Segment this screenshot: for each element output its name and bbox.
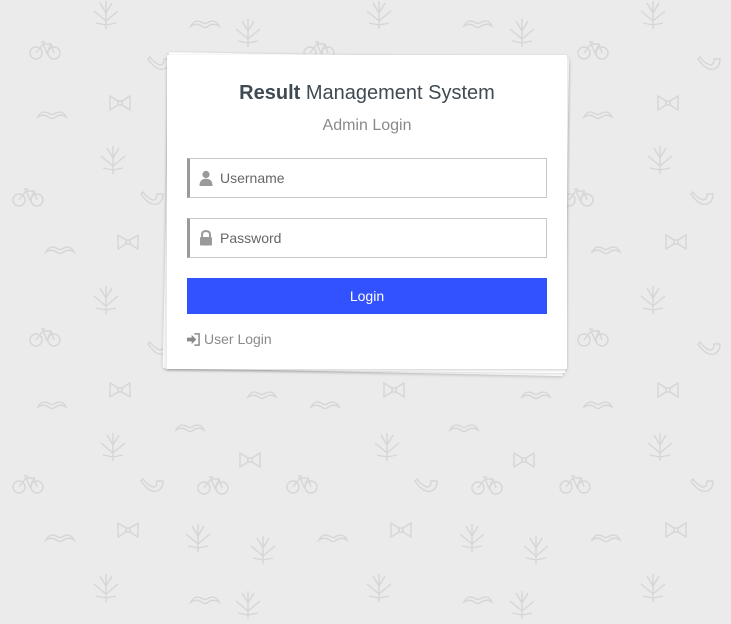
username-input[interactable]: [220, 159, 540, 197]
login-card: Result Management System Admin Login Log…: [167, 55, 567, 369]
sign-in-icon: [187, 332, 200, 346]
login-button[interactable]: Login: [187, 278, 547, 314]
app-title: Result Management System: [167, 82, 567, 105]
app-title-bold: Result: [239, 82, 301, 104]
login-subtitle: Admin Login: [322, 117, 412, 134]
password-field[interactable]: [187, 218, 547, 258]
username-field[interactable]: [187, 158, 547, 198]
lock-icon: [200, 230, 212, 246]
password-input[interactable]: [220, 219, 540, 257]
app-title-rest: Management System: [305, 82, 495, 104]
user-icon: [199, 170, 213, 186]
user-login-link[interactable]: User Login: [187, 331, 272, 347]
user-login-label: User Login: [204, 331, 272, 347]
